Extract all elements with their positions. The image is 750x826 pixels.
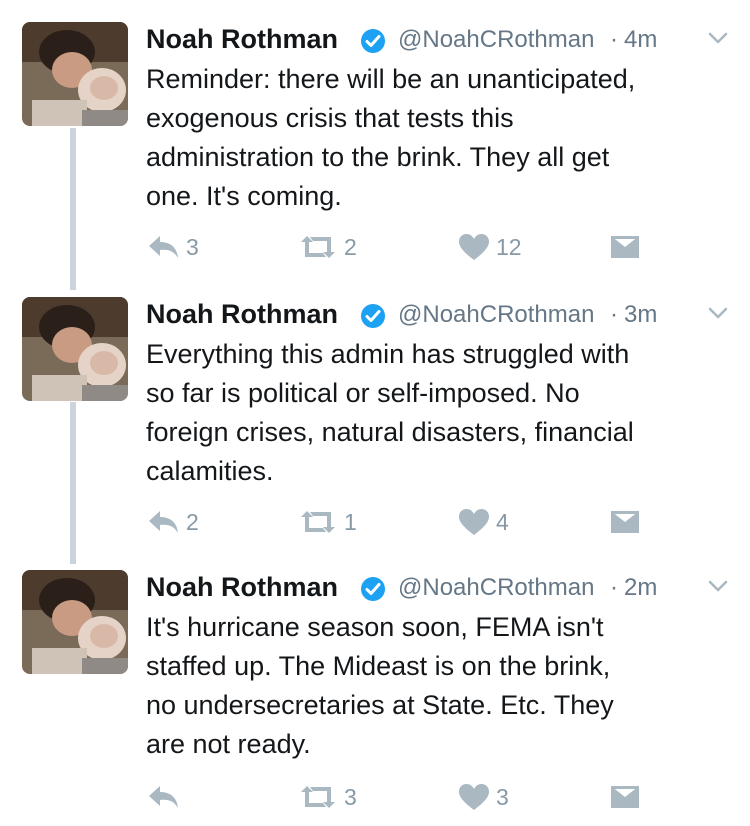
heart-icon [459,234,489,260]
retweet-icon [301,511,335,533]
tweet-actions: 2 1 4 [146,505,666,539]
like-count: 4 [496,508,509,535]
tweet-text-line: one. It's coming. [146,181,342,211]
tweet-text-line: Reminder: there will be an unanticipated… [146,64,636,94]
timestamp-separator: · [610,301,618,328]
author-name[interactable]: Noah Rothman [146,24,338,55]
tweet-text: Everything this admin has struggled with… [146,335,736,491]
author-handle[interactable]: @NoahCRothman [398,574,594,602]
reply-icon [149,236,178,258]
timestamp-separator: · [610,26,618,53]
like-button[interactable]: 4 [458,505,509,539]
tweet-text-line: calamities. [146,456,274,486]
author-handle[interactable]: @NoahCRothman [398,301,594,329]
retweet-count: 1 [344,508,357,535]
retweet-button[interactable]: 2 [298,230,357,264]
tweet-text-line: administration to the brink. They all ge… [146,142,610,172]
retweet-count: 3 [344,783,357,810]
envelope-icon [611,786,639,808]
tweet-text: It's hurricane season soon, FEMA isn't s… [146,608,736,764]
chevron-down-icon[interactable] [706,303,730,323]
reply-count: 3 [186,233,199,260]
direct-message-button[interactable] [610,230,640,264]
timestamp-separator: · [610,574,618,601]
like-button[interactable]: 3 [458,780,509,814]
avatar[interactable] [22,22,128,126]
tweet-text-line: no undersecretaries at State. Etc. They [146,690,614,720]
chevron-down-icon[interactable] [706,28,730,48]
reply-icon [149,786,178,808]
tweet-text-line: so far is political or self-imposed. No [146,378,580,408]
tweet-text: Reminder: there will be an unanticipated… [146,60,736,216]
author-handle[interactable]: @NoahCRothman [398,26,594,54]
retweet-button[interactable]: 3 [298,780,357,814]
reply-button[interactable] [146,780,186,814]
tweet-text-line: staffed up. The Mideast is on the brink, [146,651,611,681]
retweet-count: 2 [344,233,357,260]
tweet-text-line: It's hurricane season soon, FEMA isn't [146,612,604,642]
author-name[interactable]: Noah Rothman [146,299,338,330]
tweet-actions: 3 2 12 [146,230,666,264]
like-button[interactable]: 12 [458,230,522,264]
author-name[interactable]: Noah Rothman [146,572,338,603]
like-count: 3 [496,783,509,810]
heart-icon [459,784,489,810]
heart-icon [459,509,489,535]
timestamp[interactable]: 2m [624,574,657,602]
tweet[interactable]: Noah Rothman @NoahCRothman · 2m It's hur… [0,570,750,820]
direct-message-button[interactable] [610,505,640,539]
reply-count: 2 [186,508,199,535]
tweet[interactable]: Noah Rothman @NoahCRothman · 3m Everythi… [0,297,750,547]
verified-badge-icon [361,304,385,328]
retweet-icon [301,786,335,808]
avatar[interactable] [22,570,128,674]
verified-badge-icon [361,577,385,601]
tweet-text-line: exogenous crisis that tests this [146,103,514,133]
reply-button[interactable]: 2 [146,505,199,539]
timestamp[interactable]: 3m [624,301,657,329]
verified-badge-icon [361,29,385,53]
retweet-icon [301,236,335,258]
envelope-icon [611,236,639,258]
tweet[interactable]: Noah Rothman @NoahCRothman · 4m Reminder… [0,22,750,272]
retweet-button[interactable]: 1 [298,505,357,539]
tweet-text-line: are not ready. [146,729,311,759]
tweet-actions: 3 3 [146,780,666,814]
tweet-text-line: Everything this admin has struggled with [146,339,630,369]
envelope-icon [611,511,639,533]
reply-button[interactable]: 3 [146,230,199,264]
tweet-text-line: foreign crises, natural disasters, finan… [146,417,634,447]
avatar[interactable] [22,297,128,401]
like-count: 12 [496,233,522,260]
reply-icon [149,511,178,533]
timestamp[interactable]: 4m [624,26,657,54]
direct-message-button[interactable] [610,780,640,814]
chevron-down-icon[interactable] [706,576,730,596]
